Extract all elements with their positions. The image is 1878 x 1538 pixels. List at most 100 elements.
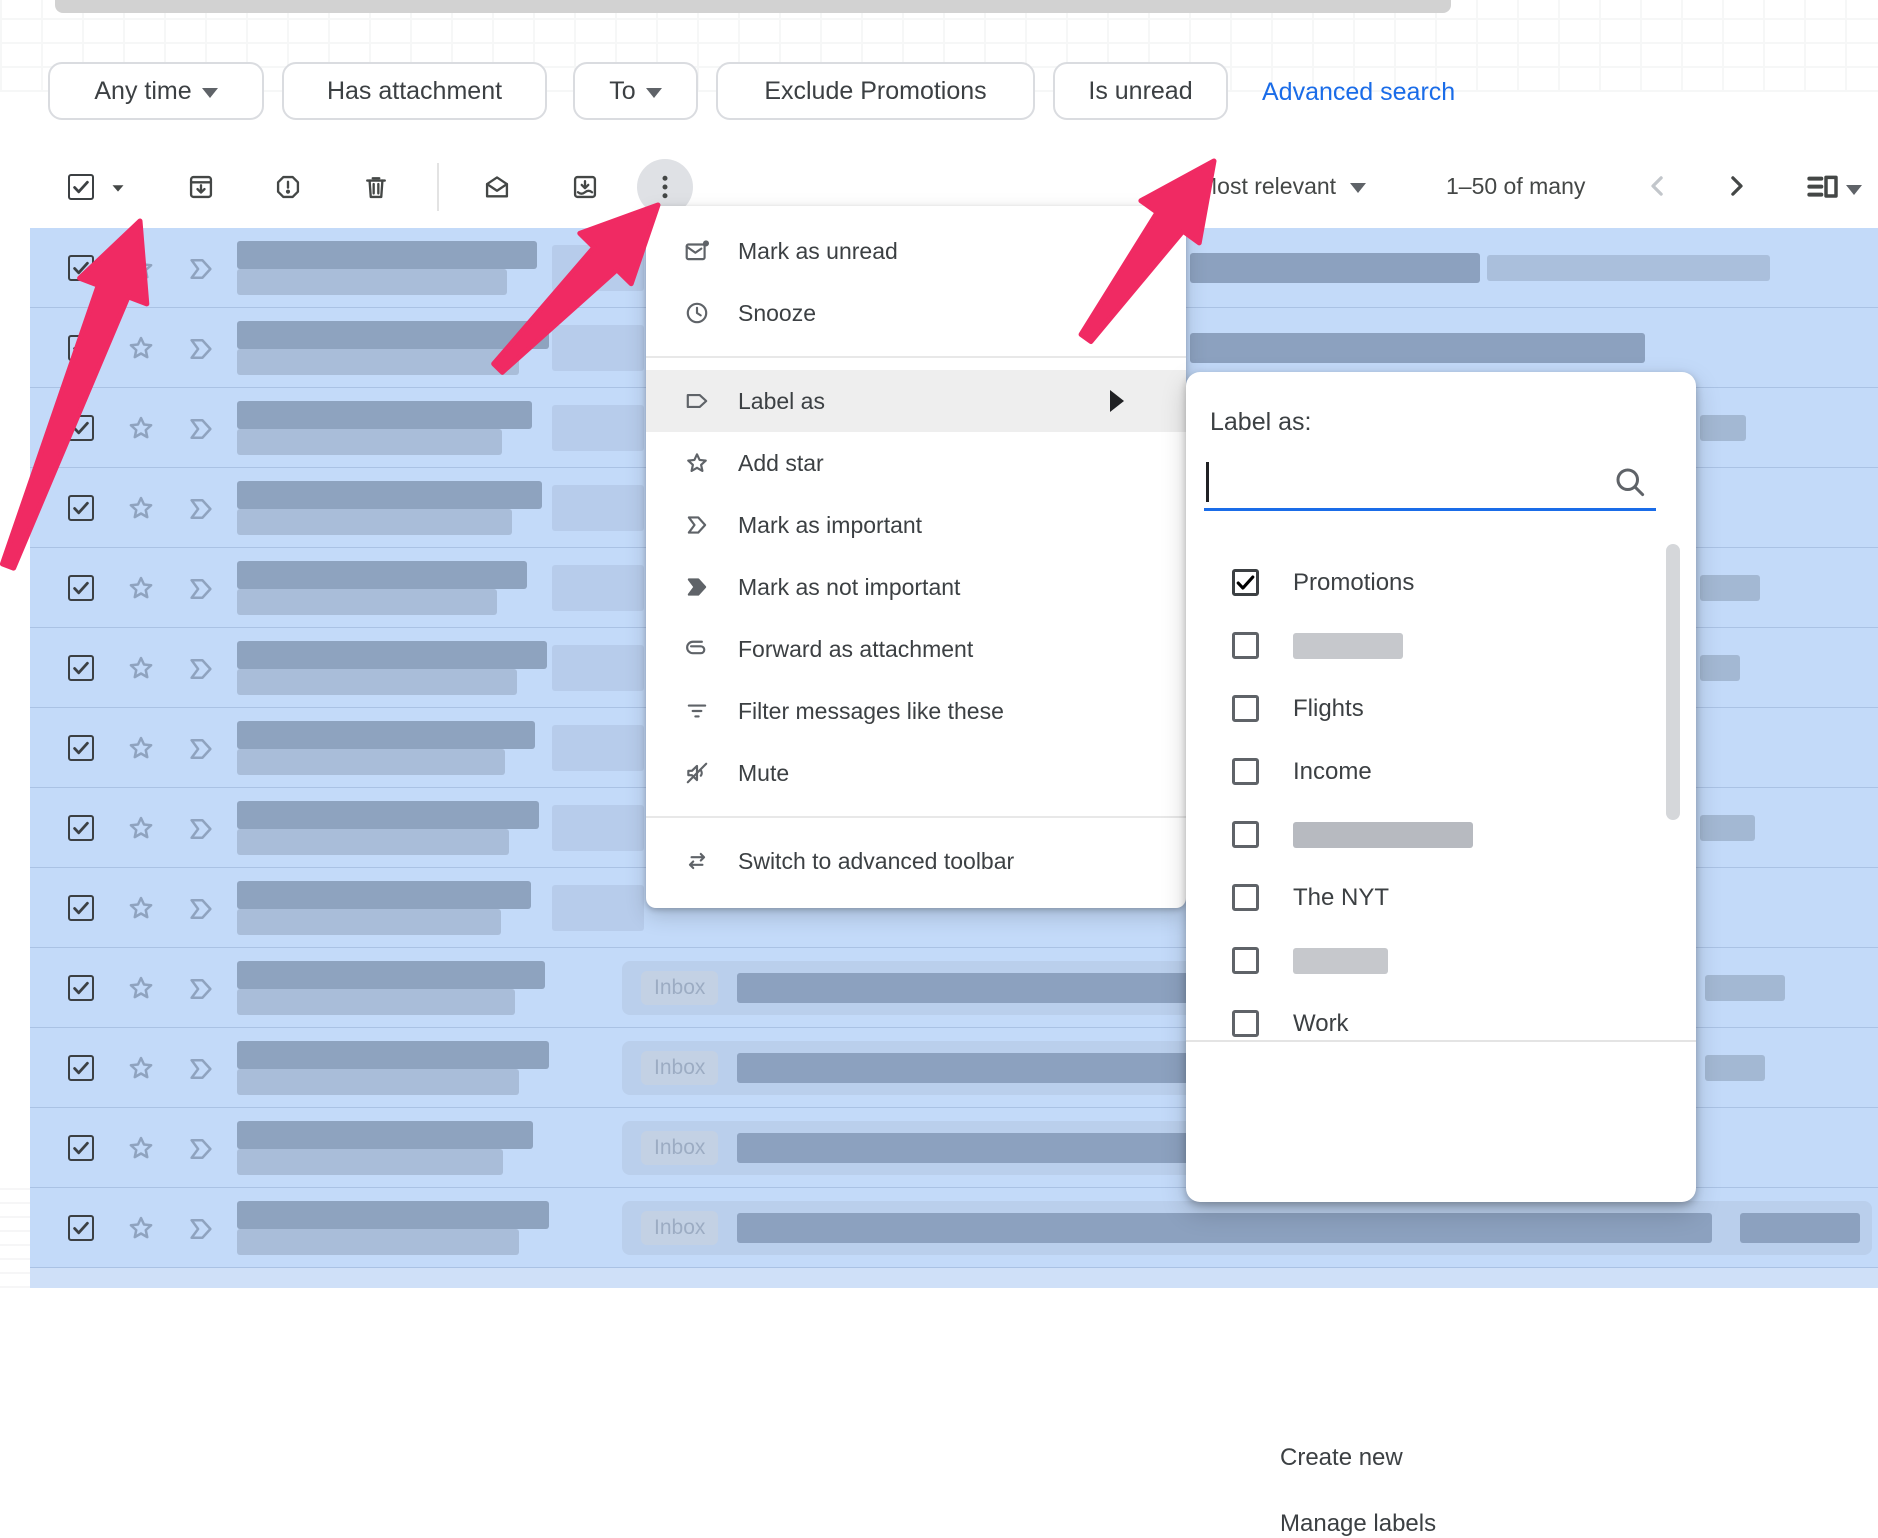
checkbox-unchecked[interactable] bbox=[1232, 695, 1259, 722]
importance-marker-icon[interactable] bbox=[186, 814, 216, 844]
importance-marker-icon[interactable] bbox=[186, 894, 216, 924]
row-checkbox[interactable] bbox=[68, 655, 94, 681]
importance-marker-icon[interactable] bbox=[186, 974, 216, 1004]
label-search-field[interactable] bbox=[1204, 454, 1656, 511]
star-icon[interactable] bbox=[126, 333, 156, 363]
label-option-promotions[interactable]: Promotions bbox=[1186, 551, 1680, 614]
mark-not-important-icon bbox=[684, 574, 710, 600]
filter-chip-any-time[interactable]: Any time bbox=[48, 62, 264, 120]
row-checkbox[interactable] bbox=[68, 1215, 94, 1241]
archive-button[interactable] bbox=[187, 173, 215, 201]
importance-marker-icon[interactable] bbox=[186, 1134, 216, 1164]
importance-marker-icon[interactable] bbox=[186, 734, 216, 764]
star-icon[interactable] bbox=[126, 893, 156, 923]
label-name: Promotions bbox=[1293, 569, 1414, 597]
star-icon[interactable] bbox=[126, 653, 156, 683]
star-icon[interactable] bbox=[126, 813, 156, 843]
row-checkbox[interactable] bbox=[68, 1135, 94, 1161]
partial-next-row bbox=[30, 1268, 1878, 1288]
menu-item-mark-as-unread[interactable]: Mark as unread bbox=[646, 220, 1186, 282]
menu-item-mark-as-important[interactable]: Mark as important bbox=[646, 494, 1186, 556]
star-icon[interactable] bbox=[126, 1213, 156, 1243]
filter-chip-exclude-promotions[interactable]: Exclude Promotions bbox=[716, 62, 1035, 120]
checkbox-unchecked[interactable] bbox=[1232, 884, 1259, 911]
checkbox-unchecked[interactable] bbox=[1232, 947, 1259, 974]
filter-chip-label: Has attachment bbox=[327, 77, 502, 106]
star-icon[interactable] bbox=[126, 973, 156, 1003]
row-checkbox[interactable] bbox=[68, 895, 94, 921]
split-view-toggle[interactable] bbox=[1806, 172, 1862, 204]
star-icon[interactable] bbox=[126, 493, 156, 523]
caret-down-icon bbox=[646, 88, 662, 98]
create-new-label-item[interactable]: Create new bbox=[1280, 1444, 1403, 1472]
importance-marker-icon[interactable] bbox=[186, 334, 216, 364]
row-checkbox[interactable] bbox=[68, 495, 94, 521]
importance-marker-icon[interactable] bbox=[186, 1054, 216, 1084]
manage-labels-item[interactable]: Manage labels bbox=[1280, 1510, 1436, 1538]
label-list-scrollbar[interactable] bbox=[1666, 544, 1680, 820]
select-dropdown-button[interactable] bbox=[106, 176, 130, 200]
row-checkbox[interactable] bbox=[68, 255, 94, 281]
label-list: Promotions FlightsIncome The NYT Work bbox=[1186, 524, 1680, 1067]
importance-marker-icon[interactable] bbox=[186, 254, 216, 284]
filter-chip-is-unread[interactable]: Is unread bbox=[1053, 62, 1228, 120]
row-checkbox[interactable] bbox=[68, 975, 94, 1001]
star-icon[interactable] bbox=[126, 1133, 156, 1163]
checkbox-unchecked[interactable] bbox=[1232, 758, 1259, 785]
star-icon[interactable] bbox=[126, 413, 156, 443]
filter-chip-to[interactable]: To bbox=[573, 62, 698, 120]
label-option-work[interactable]: Work bbox=[1186, 992, 1680, 1055]
label-option-redacted[interactable] bbox=[1186, 614, 1680, 677]
label-search-input[interactable] bbox=[1206, 458, 1606, 502]
row-checkbox[interactable] bbox=[68, 335, 94, 361]
advanced-search-link[interactable]: Advanced search bbox=[1262, 78, 1455, 107]
redacted-subject-fragment bbox=[552, 805, 644, 851]
menu-item-mute[interactable]: Mute bbox=[646, 742, 1186, 804]
menu-item-add-star[interactable]: Add star bbox=[646, 432, 1186, 494]
menu-item-switch-to-advanced-toolbar[interactable]: Switch to advanced toolbar bbox=[646, 830, 1186, 892]
sort-dropdown[interactable]: Most relevant bbox=[1198, 173, 1366, 200]
older-page-button[interactable] bbox=[1716, 166, 1756, 206]
row-checkbox[interactable] bbox=[68, 1055, 94, 1081]
checkbox-checked[interactable] bbox=[1232, 569, 1259, 596]
checkbox-unchecked[interactable] bbox=[1232, 1010, 1259, 1037]
select-all-checkbox[interactable] bbox=[68, 174, 94, 200]
report-spam-button[interactable] bbox=[274, 173, 302, 201]
label-option-redacted[interactable] bbox=[1186, 803, 1680, 866]
menu-item-label-as[interactable]: Label as bbox=[646, 370, 1186, 432]
importance-marker-icon[interactable] bbox=[186, 494, 216, 524]
newer-page-button[interactable] bbox=[1638, 166, 1678, 206]
checkbox-unchecked[interactable] bbox=[1232, 632, 1259, 659]
move-to-button[interactable] bbox=[571, 173, 599, 201]
star-icon[interactable] bbox=[126, 253, 156, 283]
menu-item-filter-messages-like-these[interactable]: Filter messages like these bbox=[646, 680, 1186, 742]
toolbar-separator bbox=[437, 163, 439, 211]
menu-item-snooze[interactable]: Snooze bbox=[646, 282, 1186, 344]
checkbox-unchecked[interactable] bbox=[1232, 821, 1259, 848]
row-checkbox[interactable] bbox=[68, 735, 94, 761]
star-icon[interactable] bbox=[126, 733, 156, 763]
menu-item-forward-as-attachment[interactable]: Forward as attachment bbox=[646, 618, 1186, 680]
delete-button[interactable] bbox=[362, 173, 390, 201]
label-option-flights[interactable]: Flights bbox=[1186, 677, 1680, 740]
pagination-range-label: 1–50 of many bbox=[1446, 173, 1585, 200]
redacted-sender-line2 bbox=[237, 749, 505, 775]
label-option-redacted[interactable] bbox=[1186, 929, 1680, 992]
importance-marker-icon[interactable] bbox=[186, 574, 216, 604]
row-checkbox[interactable] bbox=[68, 815, 94, 841]
label-option-the-nyt[interactable]: The NYT bbox=[1186, 866, 1680, 929]
row-checkbox[interactable] bbox=[68, 575, 94, 601]
menu-item-mark-as-not-important[interactable]: Mark as not important bbox=[646, 556, 1186, 618]
importance-marker-icon[interactable] bbox=[186, 654, 216, 684]
importance-marker-icon[interactable] bbox=[186, 1214, 216, 1244]
menu-item-label: Filter messages like these bbox=[738, 698, 1004, 725]
label-option-income[interactable]: Income bbox=[1186, 740, 1680, 803]
star-icon[interactable] bbox=[126, 573, 156, 603]
redacted-sender-line2 bbox=[237, 989, 515, 1015]
importance-marker-icon[interactable] bbox=[186, 414, 216, 444]
star-icon[interactable] bbox=[126, 1053, 156, 1083]
redacted-text-block bbox=[1705, 1055, 1765, 1081]
filter-chip-has-attachment[interactable]: Has attachment bbox=[282, 62, 547, 120]
row-checkbox[interactable] bbox=[68, 415, 94, 441]
mark-as-read-button[interactable] bbox=[483, 173, 511, 201]
